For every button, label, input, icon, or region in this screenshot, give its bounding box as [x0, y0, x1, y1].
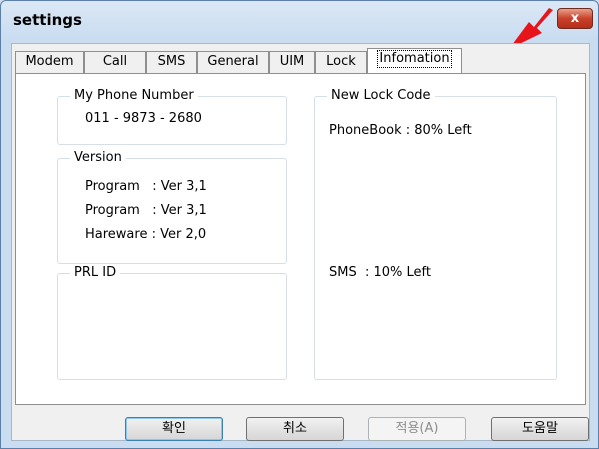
information-panel: My Phone Number 011 - 9873 - 2680 Versio… — [15, 73, 586, 405]
window-title: settings — [13, 11, 82, 29]
phone-number-label: My Phone Number — [70, 89, 198, 103]
program-version-2: Program : Ver 3,1 — [85, 203, 207, 218]
tab-information-label: Infomation — [377, 50, 452, 68]
close-button[interactable]: x — [557, 8, 593, 29]
ok-button[interactable]: 확인 — [125, 417, 223, 441]
close-icon: x — [570, 11, 580, 26]
phone-number-value: 011 - 9873 - 2680 — [85, 111, 202, 126]
help-button[interactable]: 도움말 — [491, 417, 589, 441]
new-lock-code-label: New Lock Code — [327, 89, 435, 103]
new-lock-code-group: New Lock Code PhoneBook : 80% Left SMS :… — [314, 89, 557, 380]
prl-id-group: PRL ID — [57, 266, 287, 380]
prl-id-label: PRL ID — [70, 266, 121, 280]
tab-uim[interactable]: UIM — [269, 51, 315, 73]
cancel-button[interactable]: 취소 — [246, 417, 344, 441]
program-version-1: Program : Ver 3,1 — [85, 179, 207, 194]
tab-general[interactable]: General — [197, 51, 269, 73]
sms-capacity: SMS : 10% Left — [329, 265, 431, 280]
version-group: Version Program : Ver 3,1 Program : Ver … — [57, 151, 287, 264]
tab-information[interactable]: Infomation — [367, 48, 462, 73]
phone-number-group: My Phone Number 011 - 9873 - 2680 — [57, 89, 287, 145]
phonebook-capacity: PhoneBook : 80% Left — [329, 123, 472, 138]
apply-button[interactable]: 적용(A) — [368, 417, 466, 441]
tab-lock[interactable]: Lock — [315, 51, 367, 73]
tab-sms[interactable]: SMS — [146, 51, 197, 73]
hardware-version: Hareware : Ver 2,0 — [85, 227, 207, 242]
settings-window: settings x Modem Call SMS General UIM Lo… — [0, 0, 599, 449]
version-label: Version — [70, 151, 126, 165]
tab-call[interactable]: Call — [84, 51, 146, 73]
tab-modem[interactable]: Modem — [15, 51, 84, 73]
